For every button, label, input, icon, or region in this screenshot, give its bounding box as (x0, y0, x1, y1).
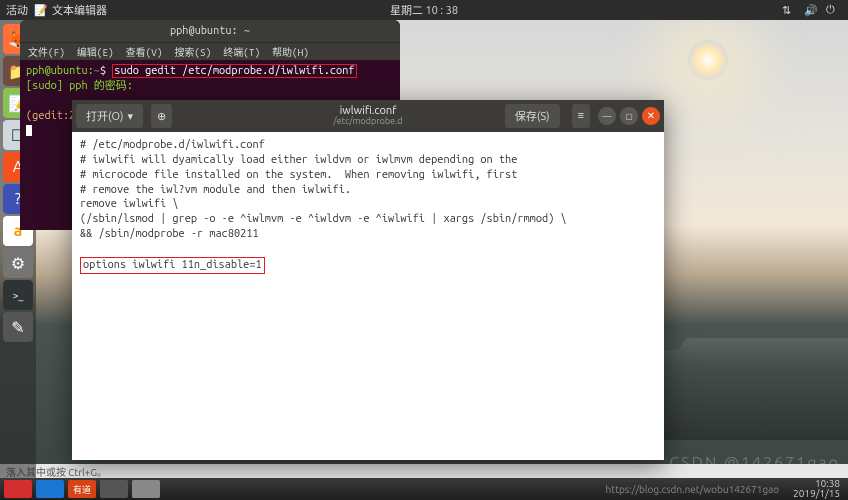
task-item[interactable] (36, 480, 64, 498)
sudo-prompt: [sudo] pph 的密码: (26, 80, 133, 92)
terminal-titlebar[interactable]: pph@ubuntu: ~ (20, 20, 400, 42)
minimize-button[interactable]: — (598, 107, 616, 125)
terminal-cursor (26, 125, 32, 136)
taskbar-url-hint: https://blog.csdn.net/wobu142671gao (605, 484, 785, 495)
sound-icon[interactable]: 🔊 (804, 4, 816, 16)
close-icon: ✕ (647, 110, 655, 122)
open-button[interactable]: 打开(O) ▾ (76, 104, 143, 128)
new-tab-button[interactable]: ⊕ (151, 104, 172, 128)
gedit-headerbar[interactable]: 打开(O) ▾ ⊕ iwlwifi.conf /etc/modprobe.d 保… (72, 100, 664, 132)
dock-gedit[interactable]: ✎ (3, 312, 33, 342)
hamburger-button[interactable]: ≡ (572, 104, 590, 128)
terminal-menu-search[interactable]: 搜索(S) (174, 44, 211, 59)
app-indicator-label[interactable]: 文本编辑器 (52, 2, 107, 18)
gedit-title: iwlwifi.conf /etc/modprobe.d (333, 105, 402, 127)
dock-terminal[interactable]: >_ (3, 280, 33, 310)
dock-settings[interactable]: ⚙ (3, 248, 33, 278)
file-line: # /etc/modprobe.d/iwlwifi.conf (80, 139, 265, 151)
network-icon[interactable]: ⇅ (782, 4, 794, 16)
minimize-icon: — (603, 111, 612, 121)
topbar-datetime[interactable]: 星期二 10 : 38 (390, 2, 458, 18)
gedit-text-area[interactable]: # /etc/modprobe.d/iwlwifi.conf # iwlwifi… (72, 132, 664, 460)
terminal-menubar: 文件(F) 编辑(E) 查看(V) 搜索(S) 终端(T) 帮助(H) (20, 42, 400, 60)
prompt-user: pph@ubuntu (26, 65, 88, 77)
open-button-label: 打开(O) (86, 108, 123, 124)
new-tab-icon: ⊕ (157, 110, 166, 123)
maximize-button[interactable]: ▢ (620, 107, 638, 125)
file-line: # iwlwifi will dyamically load either iw… (80, 154, 517, 166)
gedit-window[interactable]: 打开(O) ▾ ⊕ iwlwifi.conf /etc/modprobe.d 保… (72, 100, 664, 460)
file-line: remove iwlwifi \ (80, 198, 179, 210)
chevron-down-icon: ▾ (127, 110, 133, 123)
task-item[interactable]: 有道 (68, 480, 96, 498)
taskbar-clock[interactable]: 10:38 2019/1/15 (789, 479, 844, 499)
file-line: # microcode file installed on the system… (80, 169, 517, 181)
task-item[interactable] (132, 480, 160, 498)
app-indicator-icon: 📝 (34, 4, 46, 16)
prompt-char: $ (100, 65, 106, 77)
file-line: # remove the iwl?vm module and then iwlw… (80, 184, 351, 196)
close-button[interactable]: ✕ (642, 107, 660, 125)
maximize-icon: ▢ (625, 112, 633, 121)
host-statusbar: 落入其中或按 Ctrl+G。 (0, 464, 848, 478)
terminal-menu-help[interactable]: 帮助(H) (272, 44, 309, 59)
terminal-menu-terminal[interactable]: 终端(T) (223, 44, 260, 59)
terminal-command: sudo gedit /etc/modprobe.d/iwlwifi.conf (112, 64, 356, 78)
terminal-menu-file[interactable]: 文件(F) (28, 44, 65, 59)
host-taskbar: 有道 https://blog.csdn.net/wobu142671gao 1… (0, 478, 848, 500)
hamburger-icon: ≡ (578, 110, 584, 122)
power-icon[interactable]: ⏻ (826, 4, 838, 16)
gnome-topbar: 活动 📝 文本编辑器 星期二 10 : 38 ⇅ 🔊 ⏻ (0, 0, 848, 20)
task-item[interactable] (100, 480, 128, 498)
save-button[interactable]: 保存(S) (505, 104, 560, 128)
taskbar-date: 2019/1/15 (793, 489, 840, 499)
gedit-title-sub: /etc/modprobe.d (333, 117, 402, 127)
task-item[interactable] (4, 480, 32, 498)
terminal-menu-view[interactable]: 查看(V) (126, 44, 163, 59)
activities-button[interactable]: 活动 (6, 2, 28, 18)
file-line: && /sbin/modprobe -r mac80211 (80, 228, 259, 240)
terminal-menu-edit[interactable]: 编辑(E) (77, 44, 114, 59)
file-line: (/sbin/lsmod | grep -o -e ^iwlmvm -e ^iw… (80, 213, 567, 225)
options-line: options iwlwifi 11n_disable=1 (80, 257, 265, 274)
